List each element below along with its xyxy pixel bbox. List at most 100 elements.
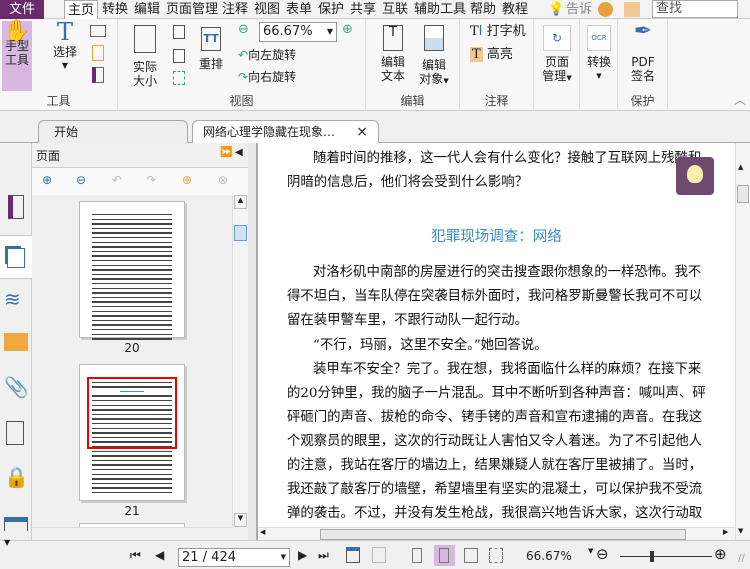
rotate-right-button[interactable]: ↷向右旋转 (238, 70, 296, 84)
tips-button[interactable] (676, 157, 714, 195)
thumbnail-text-line (92, 283, 172, 285)
form-icon[interactable] (4, 517, 28, 531)
next-page-icon[interactable]: ▶ (298, 548, 307, 562)
zoom-in-icon[interactable]: ⊕ (342, 23, 353, 37)
facing-page-icon[interactable] (464, 548, 478, 563)
group-label-protect: 保护 (630, 94, 655, 108)
search-options-icon[interactable] (624, 2, 640, 17)
document-vscrollbar[interactable]: ▲ ▼ (735, 143, 750, 540)
thumbnail-text-line (92, 469, 172, 471)
rotate-left-button[interactable]: ↶向左旋转 (238, 48, 296, 62)
highlight-button[interactable]: T 高亮 (470, 47, 513, 62)
pdf-sign-button[interactable]: ✒ PDF 签名 (626, 21, 660, 84)
zoom-out-icon[interactable]: ⊖ (238, 23, 249, 37)
tell-me-label[interactable]: 告诉 (566, 0, 592, 19)
actual-label-1: 实际 (132, 60, 157, 74)
scroll-up-icon[interactable]: ▲ (738, 163, 743, 171)
tab-help[interactable]: 帮助 (470, 0, 496, 19)
actual-size-button[interactable]: 实际 大小 (130, 25, 160, 88)
panel-splitter[interactable] (248, 143, 258, 540)
tab-home[interactable]: 主页 (64, 0, 99, 19)
collapse-panel-icon[interactable]: ◀ (235, 147, 243, 158)
lightbulb-icon[interactable]: 💡 (548, 0, 564, 19)
tab-view[interactable]: 视图 (254, 0, 280, 19)
single-page-icon[interactable] (412, 548, 422, 563)
layers-icon[interactable]: ≋ (4, 287, 28, 311)
zoom-dropdown-icon[interactable]: ▼ (588, 547, 593, 555)
insert-page-icon[interactable]: ⊕ (182, 173, 192, 187)
tab-form[interactable]: 表单 (286, 0, 312, 19)
tab-edit[interactable]: 编辑 (134, 0, 160, 19)
tab-accessibility[interactable]: 辅助工具 (414, 0, 466, 19)
fit-page-icon[interactable] (173, 49, 185, 63)
scroll-up-icon[interactable]: ▲ (234, 195, 247, 209)
zoom-slider-thumb[interactable] (650, 551, 655, 562)
thumbnail-page-21[interactable] (79, 364, 185, 501)
page-manage-button[interactable]: ↻ 页面 管理▼ (539, 25, 575, 85)
document-hscrollbar[interactable]: ◀ ▶ (258, 527, 735, 540)
scroll-down-icon[interactable]: ▼ (234, 513, 247, 527)
dropdown-icon[interactable]: ▼ (4, 538, 10, 547)
tab-page-manage[interactable]: 页面管理 (166, 0, 218, 19)
edit-text-button[interactable]: T 编辑 文本 (376, 25, 410, 83)
document-view[interactable]: 随着时间的推移，这一代人会有什么变化？接触了互联网上残酷和 阴暗的信息后，他们将… (258, 143, 735, 527)
zoom-out-icon[interactable]: ⊖ (596, 545, 609, 563)
reflow-button[interactable]: TT 重排 (196, 27, 226, 71)
heart-icon[interactable] (598, 2, 613, 17)
zoom-slider[interactable] (620, 556, 712, 557)
thumbnail-page-20[interactable] (79, 201, 185, 340)
fit-visible-icon[interactable] (173, 71, 185, 85)
scroll-left-icon[interactable]: ◀ (260, 528, 265, 536)
scroll-right-icon[interactable]: ▶ (723, 528, 728, 536)
continuous-facing-icon[interactable] (489, 548, 503, 563)
edit-object-button[interactable]: 编辑 对象▼ (416, 25, 452, 88)
file-menu[interactable]: 文件 (0, 0, 44, 19)
pages-tab[interactable] (0, 235, 33, 279)
hand-tool-button[interactable]: ✋ 手型 工具 (2, 21, 32, 91)
tab-document[interactable]: 网络心理学隐藏在现象… × (192, 120, 379, 143)
rotate-left-page-icon: ↶ (112, 173, 123, 187)
last-page-icon[interactable]: ⏭ (318, 548, 329, 563)
continuous-page-button[interactable] (434, 545, 455, 566)
previous-view-icon[interactable] (346, 547, 360, 563)
tab-tutorial[interactable]: 教程 (502, 0, 528, 19)
typewriter-button[interactable]: TI 打字机 (470, 25, 526, 39)
tab-share[interactable]: 共享 (350, 0, 376, 19)
first-page-icon[interactable]: ⏮ (130, 548, 141, 563)
bookmark-icon[interactable] (92, 67, 104, 83)
lock-icon[interactable]: 🔒 (4, 465, 29, 489)
zoom-select[interactable]: 66.67% ▼ (259, 22, 337, 42)
collapse-ribbon-icon[interactable]: ︿ (734, 93, 746, 107)
tab-start[interactable]: 开始 (38, 120, 188, 143)
zoom-level[interactable]: 66.67% (526, 549, 572, 563)
tab-comment[interactable]: 注释 (222, 0, 248, 19)
tab-connect[interactable]: 互联 (382, 0, 408, 19)
fit-height-icon[interactable] (173, 25, 185, 39)
enlarge-thumbnail-icon[interactable]: ⊕ (42, 173, 52, 187)
scroll-down-icon[interactable]: ▼ (738, 527, 743, 535)
select-button[interactable]: T 选择 ▼ (50, 20, 80, 73)
attachment-icon[interactable]: 📎 (4, 375, 29, 399)
snapshot-icon[interactable] (90, 25, 106, 37)
resize-grip-icon[interactable]: // (738, 553, 745, 564)
scrollbar-thumb[interactable] (737, 185, 749, 203)
reduce-thumbnail-icon[interactable]: ⊖ (76, 173, 86, 187)
thumbnail-text-line (92, 232, 172, 234)
scrollbar-thumb[interactable] (320, 529, 686, 540)
comments-icon[interactable] (4, 333, 28, 351)
tab-protect[interactable]: 保护 (318, 0, 344, 19)
clipboard-icon[interactable] (92, 45, 104, 61)
previous-page-icon[interactable]: ◀ (155, 548, 164, 562)
thumbnail-scrollbar[interactable]: ▲ ▼ (232, 195, 248, 527)
signature-icon[interactable] (6, 421, 24, 445)
search-input[interactable]: 查找 (652, 0, 738, 18)
expand-panel-icon[interactable]: ⏩ (220, 147, 232, 158)
page-number-input[interactable]: 21 / 424 ▼ (178, 548, 290, 567)
close-icon[interactable]: × (356, 121, 368, 143)
tab-convert[interactable]: 转换 (102, 0, 128, 19)
zoom-in-icon[interactable]: ⊕ (714, 545, 727, 563)
bookmarks-icon[interactable] (8, 195, 24, 219)
scrollbar-thumb[interactable] (234, 225, 247, 241)
convert-button[interactable]: OCR 转换 ▼ (583, 25, 615, 83)
thumbnail-hscrollbar[interactable] (32, 527, 232, 540)
